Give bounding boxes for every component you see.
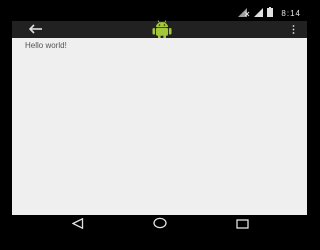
signal-off-icon [238,4,250,22]
signal-icon [254,4,264,22]
nav-back-button[interactable] [66,217,90,233]
status-bar: 8:14 [12,5,307,21]
battery-icon [267,4,274,22]
nav-home-button[interactable] [148,217,172,233]
recents-square-icon [235,216,249,234]
navigation-bar [12,215,307,235]
device-frame: 8:14 Hello world! [0,0,320,250]
action-bar [12,20,307,40]
main-content: Hello world! [12,38,307,215]
status-icons: 8:14 [238,6,301,20]
nav-recents-button[interactable] [230,217,254,233]
overflow-menu-icon [292,21,295,39]
home-circle-icon [153,216,167,234]
back-triangle-icon [71,216,84,234]
back-button[interactable] [26,22,46,37]
back-arrow-icon [28,21,43,39]
status-time: 8:14 [281,8,301,18]
app-logo [149,20,175,40]
overflow-menu-button[interactable] [288,23,298,36]
phone-screen: 8:14 Hello world! [12,0,307,250]
hello-world-text: Hello world! [25,41,67,50]
